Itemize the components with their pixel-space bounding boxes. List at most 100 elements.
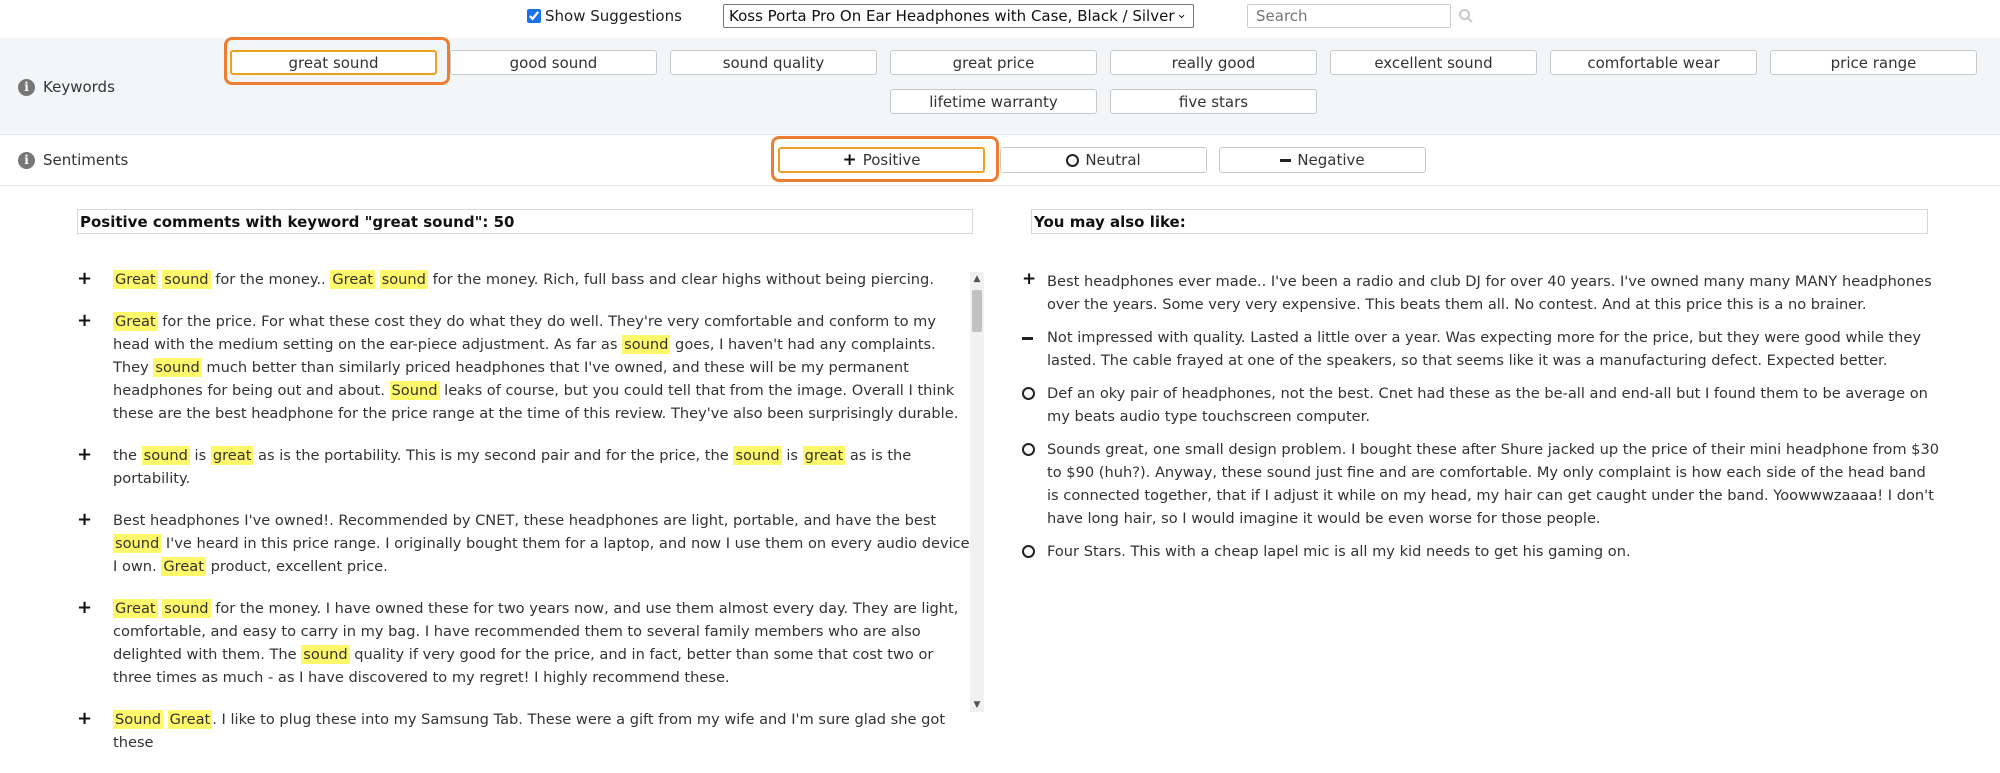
comment-text-segment: as is the portability. This is my second… [253,447,734,464]
keyword-highlight: Sound [113,710,163,729]
plus-icon: + [77,310,93,331]
product-select[interactable]: Koss Porta Pro On Ear Headphones with Ca… [723,4,1194,28]
scrollbar-thumb[interactable] [972,290,982,332]
keyword-chip-excellent-sound[interactable]: excellent sound [1330,50,1537,75]
suggestion-text: Sounds great, one small design problem. … [1047,441,1940,527]
keyword-highlight: Great [330,270,375,289]
scroll-down-arrow-icon[interactable]: ▼ [970,698,984,712]
comments-scrollbar[interactable]: ▲ ▼ [970,272,984,712]
sentiment-button-positive[interactable]: + Positive [778,147,985,173]
keyword-highlight: sound [153,358,202,377]
keyword-highlight: sound [141,446,190,465]
keyword-chip-sound-quality[interactable]: sound quality [670,50,877,75]
keyword-chip-great-sound[interactable]: great sound [230,50,437,75]
comments-list: + Great sound for the money.. Great sound… [75,268,970,773]
keyword-highlight: Great [113,599,158,618]
info-icon[interactable]: i [18,78,35,96]
search-icon[interactable] [1458,8,1474,24]
sentiment-marker [1022,438,1047,530]
comment-item: + Great for the price. For what these cos… [75,310,970,425]
minus-icon [1280,158,1292,162]
keyword-highlight: great [210,446,254,465]
keyword-chip-comfortable-wear[interactable]: comfortable wear [1550,50,1757,75]
keyword-highlight: sound [622,335,671,354]
comment-text: Great sound for the money. I have owned … [113,597,970,689]
info-icon[interactable]: i [18,151,35,169]
keywords-row-label: i Keywords [18,78,115,96]
minus-icon [1022,337,1033,340]
comment-item: + Great sound for the money.. Great sound… [75,268,970,291]
chevron-down-icon: ⌄ [1176,7,1187,22]
comment-text: Best headphones I've owned!. Recommended… [113,509,970,578]
comment-text: Sound Great. I like to plug these into m… [113,708,970,754]
keyword-chip-five-stars[interactable]: five stars [1110,89,1317,114]
sentiment-marker: + [1022,269,1047,316]
show-suggestions-label: Show Suggestions [545,7,682,25]
keyword-chip-price-range[interactable]: price range [1770,50,1977,75]
sentiments-row-label: i Sentiments [18,151,128,169]
comment-item: + Great sound for the money. I have owned… [75,597,970,689]
comment-item: + the sound is great as is the portabilit… [75,444,970,490]
keyword-highlight: sound [733,446,782,465]
suggestion-text: Four Stars. This with a cheap lapel mic … [1047,543,1631,560]
plus-icon: + [77,597,93,618]
sentiment-marker [1022,326,1047,372]
keyword-highlight: Great [167,710,213,729]
keyword-chip-good-sound[interactable]: good sound [450,50,657,75]
suggestions-list: + Best headphones ever made.. I've been a… [1022,269,1942,573]
comment-text-segment [375,271,380,288]
comment-text-segment: for the money. Rich, full bass and clear… [427,271,934,288]
plus-icon: + [1022,269,1037,289]
comment-text: Great sound for the money.. Great sound … [113,268,934,291]
comment-text-segment: . I like to plug these into my Samsung T… [113,711,946,751]
circle-icon [1022,443,1035,456]
plus-icon: + [842,150,857,170]
sentiment-button-negative[interactable]: Negative [1219,147,1426,173]
keyword-highlight: Great [161,557,206,576]
comment-text-segment: Best headphones I've owned!. Recommended… [113,512,937,529]
comment-text-segment: for the money.. [210,271,331,288]
keyword-chip-great-price[interactable]: great price [890,50,1097,75]
sentiment-button-label: Neutral [1085,151,1141,169]
keyword-highlight: sound [162,270,211,289]
keyword-highlight: sound [301,645,350,664]
suggestion-item[interactable]: + Best headphones ever made.. I've been a… [1022,269,1942,316]
plus-icon: + [77,708,93,729]
suggestion-item[interactable]: Not impressed with quality. Lasted a lit… [1022,326,1942,372]
suggestion-item[interactable]: Sounds great, one small design problem. … [1022,438,1942,530]
suggestion-text: Not impressed with quality. Lasted a lit… [1047,329,1921,369]
keyword-highlight: sound [162,599,211,618]
show-suggestions-checkbox[interactable] [527,9,541,23]
plus-icon: + [77,268,93,289]
keyword-highlight: Great [113,312,158,331]
keywords-band: i Keywords great sound good sound sound qu… [0,38,2000,135]
suggestions-panel-header: You may also like: [1031,209,1928,234]
plus-icon: + [77,509,93,530]
circle-icon [1022,387,1035,400]
keyword-highlight: great [802,446,846,465]
sentiment-button-neutral[interactable]: Neutral [1000,147,1207,173]
sentiment-marker [1022,382,1047,428]
show-suggestions-toggle[interactable]: Show Suggestions [527,6,682,26]
keyword-highlight: sound [379,270,428,289]
keyword-highlight: Sound [389,381,440,400]
comments-panel-header: Positive comments with keyword "great so… [77,209,973,234]
suggestion-item[interactable]: Def an oky pair of headphones, not the b… [1022,382,1942,428]
keywords-label: Keywords [43,78,115,96]
suggestion-item[interactable]: Four Stars. This with a cheap lapel mic … [1022,540,1942,563]
search-input[interactable] [1247,4,1451,28]
keyword-chip-really-good[interactable]: really good [1110,50,1317,75]
scroll-up-arrow-icon[interactable]: ▲ [970,272,984,286]
plus-icon: + [77,444,93,465]
sentiment-button-label: Positive [862,151,921,169]
comment-text: the sound is great as is the portability… [113,444,970,490]
comment-text-segment: is [189,447,211,464]
sentiment-marker [1022,540,1047,563]
circle-icon [1022,545,1035,558]
comment-text-segment: is [781,447,803,464]
keyword-chip-lifetime-warranty[interactable]: lifetime warranty [890,89,1097,114]
circle-icon [1066,153,1080,167]
sentiments-band: i Sentiments + Positive Neutral Negative [0,136,2000,186]
sentiments-label: Sentiments [43,151,129,169]
keyword-highlight: Great [113,270,158,289]
